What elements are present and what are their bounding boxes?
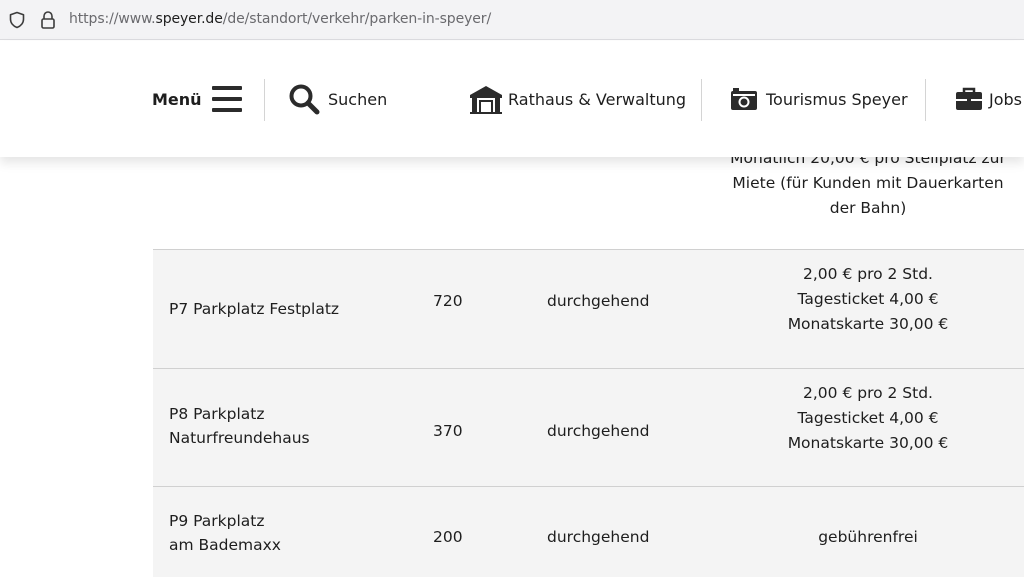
price-cell: Monatlich 20,00 € pro Stellplatz zur Mie… (713, 146, 1023, 221)
nav-rathaus-verwaltung[interactable]: Rathaus & Verwaltung (468, 41, 686, 157)
briefcase-icon (956, 87, 982, 110)
table-row: P7 Parkplatz Festplatz 720 durchgehend 2… (153, 250, 1024, 369)
price-line: Tagesticket 4,00 € (797, 290, 939, 308)
url-field[interactable]: https://www.speyer.de/de/standort/verkeh… (69, 11, 491, 27)
price-line: Monatskarte 30,00 € (787, 315, 949, 333)
url-host: speyer.de (155, 11, 223, 27)
url-path: /de/standort/verkehr/parken-in-speyer/ (222, 11, 492, 27)
hours-cell: durchgehend (547, 422, 650, 440)
price-cell: gebührenfrei (713, 525, 1023, 550)
parking-name-cell: P9 Parkplatz am Bademaxx (169, 509, 399, 557)
spaces-cell: 720 (433, 292, 463, 310)
price-cell: 2,00 € pro 2 Std. Tagesticket 4,00 € Mon… (713, 262, 1023, 337)
lock-icon[interactable] (39, 10, 57, 30)
price-line: der Bahn) (829, 199, 907, 217)
town-hall-icon (470, 86, 502, 114)
search-button[interactable]: Suchen (288, 41, 387, 157)
menu-button[interactable]: Menü (152, 41, 242, 157)
nav-divider (701, 79, 702, 121)
jobs-label: Jobs (989, 89, 1022, 109)
nav-divider (264, 79, 265, 121)
parking-name: Naturfreundehaus (169, 429, 310, 447)
price-line: 2,00 € pro 2 Std. (803, 384, 933, 402)
menu-label: Menü (152, 89, 202, 109)
parking-name: P9 Parkplatz (169, 512, 265, 530)
parking-name: P8 Parkplatz (169, 405, 265, 423)
nav-divider (925, 79, 926, 121)
nav-jobs[interactable]: Jobs (955, 41, 1022, 157)
rathaus-label: Rathaus & Verwaltung (508, 89, 687, 109)
parking-name: P7 Parkplatz Festplatz (169, 300, 340, 318)
spaces-cell: 370 (433, 422, 463, 440)
parking-name-cell: P8 Parkplatz Naturfreundehaus (169, 402, 399, 450)
hours-cell: durchgehend (547, 292, 650, 310)
tourismus-label: Tourismus Speyer (766, 89, 908, 109)
price-line: Tagesticket 4,00 € (797, 409, 939, 427)
parking-name: am Bademaxx (169, 536, 281, 554)
site-navigation: Menü Suchen Rathaus & Verwaltung Tourism… (0, 41, 1024, 157)
spaces-cell: 200 (433, 528, 463, 546)
price-line: Miete (für Kunden mit Dauerkarten (732, 174, 1004, 192)
price-line: gebührenfrei (818, 528, 918, 546)
hamburger-icon (211, 86, 242, 112)
camera-icon (731, 88, 757, 110)
search-icon (289, 84, 320, 115)
price-line: 2,00 € pro 2 Std. (803, 265, 933, 283)
parking-name-cell: P7 Parkplatz Festplatz (169, 297, 399, 321)
url-prefix: https://www. (69, 11, 156, 27)
search-label: Suchen (328, 89, 388, 109)
table-row: P9 Parkplatz am Bademaxx 200 durchgehend… (153, 487, 1024, 577)
nav-tourismus-speyer[interactable]: Tourismus Speyer (730, 41, 908, 157)
hours-cell: durchgehend (547, 528, 650, 546)
table-row: P8 Parkplatz Naturfreundehaus 370 durchg… (153, 369, 1024, 487)
shield-icon[interactable] (8, 11, 26, 29)
price-line: Monatskarte 30,00 € (787, 434, 949, 452)
browser-address-bar: https://www.speyer.de/de/standort/verkeh… (0, 0, 1024, 40)
price-cell: 2,00 € pro 2 Std. Tagesticket 4,00 € Mon… (713, 381, 1023, 456)
